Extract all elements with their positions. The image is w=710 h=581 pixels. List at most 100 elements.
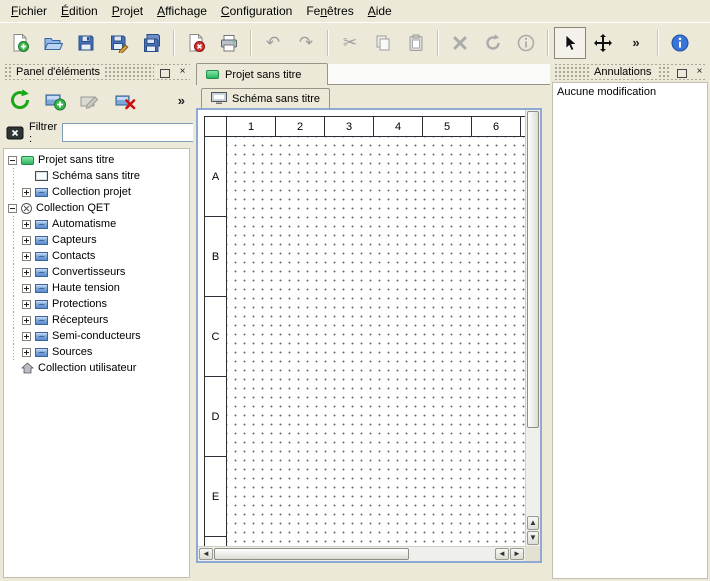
save-all-button[interactable] <box>136 27 168 59</box>
close-panel-button[interactable]: × <box>692 65 707 79</box>
tree-item-label: Convertisseurs <box>48 266 125 278</box>
vscroll-thumb[interactable] <box>527 111 539 428</box>
close-file-button[interactable] <box>180 27 212 59</box>
elements-toolbar-overflow-button[interactable]: » <box>178 93 188 108</box>
row-ruler-filler <box>205 537 226 546</box>
about-button[interactable] <box>664 27 696 59</box>
menu-item-3[interactable]: Affichage <box>150 0 214 22</box>
tree-item[interactable]: Semi-conducteurs <box>7 328 189 344</box>
schema-view: 123456 ABCDE ▲ ▼ <box>196 108 542 563</box>
save-button[interactable] <box>70 27 102 59</box>
save-as-button[interactable] <box>103 27 135 59</box>
tree-item[interactable]: Contacts <box>7 248 189 264</box>
float-panel-button[interactable] <box>675 65 690 79</box>
select-mode-button[interactable] <box>554 27 586 59</box>
copy-icon <box>373 33 393 53</box>
move-mode-button[interactable] <box>587 27 619 59</box>
dock-buttons: × <box>671 65 707 79</box>
tree-expander[interactable] <box>22 300 31 309</box>
grid-dots[interactable] <box>227 137 525 546</box>
diagram-canvas[interactable]: 123456 ABCDE <box>198 110 525 546</box>
tree-item[interactable]: Sources <box>7 344 189 360</box>
paste-button[interactable] <box>400 27 432 59</box>
filter-input[interactable] <box>62 123 210 142</box>
vscroll-track[interactable] <box>527 428 539 515</box>
copy-button[interactable] <box>367 27 399 59</box>
horizontal-scrollbar[interactable]: ◄ ◄ ► <box>198 546 525 561</box>
edit-element-button[interactable] <box>75 85 105 115</box>
redo-button[interactable]: ↷ <box>290 27 322 59</box>
undo-button[interactable]: ↶ <box>257 27 289 59</box>
tree-item[interactable]: Protections <box>7 296 189 312</box>
tree-item-label: Protections <box>48 298 107 310</box>
tree-guide <box>7 248 21 264</box>
elements-panel-titlebar[interactable]: Panel d'éléments × <box>3 64 190 80</box>
menu-item-1[interactable]: Édition <box>54 0 105 22</box>
clear-filter-button[interactable] <box>6 124 24 142</box>
elements-toolbar: » <box>0 81 193 119</box>
tree-expander[interactable] <box>22 348 31 357</box>
menu-item-4[interactable]: Configuration <box>214 0 299 22</box>
vertical-scrollbar[interactable]: ▲ ▼ <box>525 110 540 546</box>
schema-icon <box>35 171 48 181</box>
up-arrow-icon: ▲ <box>529 519 537 527</box>
tree-item[interactable]: Capteurs <box>7 232 189 248</box>
new-element-button[interactable] <box>40 85 70 115</box>
reload-collections-button[interactable] <box>5 85 35 115</box>
hscroll-track[interactable] <box>409 548 494 560</box>
scroll-left-button[interactable]: ◄ <box>199 548 213 560</box>
tree-item[interactable]: Collection QET <box>7 200 189 216</box>
scroll-right-button[interactable]: ► <box>510 548 524 560</box>
float-panel-button[interactable] <box>158 65 173 79</box>
save-as-icon <box>109 33 129 53</box>
print-button[interactable] <box>213 27 245 59</box>
menu-item-6[interactable]: Aide <box>361 0 399 22</box>
menu-item-5[interactable]: Fenêtres <box>299 0 360 22</box>
toolbar-separator <box>250 30 252 56</box>
scroll-down-button[interactable]: ▼ <box>527 531 539 545</box>
tree-expander[interactable] <box>22 252 31 261</box>
tree-expander[interactable] <box>8 156 17 165</box>
tree-item[interactable]: Haute tension <box>7 280 189 296</box>
new-file-button[interactable] <box>4 27 36 59</box>
hscroll-thumb[interactable] <box>214 548 409 560</box>
tab-schema[interactable]: Schéma sans titre <box>201 88 330 108</box>
tree-item[interactable]: Collection projet <box>7 184 189 200</box>
tree-expander[interactable] <box>22 284 31 293</box>
float-icon <box>162 69 170 76</box>
menu-item-0[interactable]: Fichier <box>4 0 54 22</box>
tree-guide <box>7 232 21 248</box>
tree-item[interactable]: Récepteurs <box>7 312 189 328</box>
tree-expander[interactable] <box>22 236 31 245</box>
tree-expander[interactable] <box>22 268 31 277</box>
tree-expander[interactable] <box>22 332 31 341</box>
open-file-button[interactable] <box>37 27 69 59</box>
chevron-right-icon: » <box>632 35 639 50</box>
info-button[interactable] <box>510 27 542 59</box>
cut-button[interactable]: ✂ <box>334 27 366 59</box>
tree-expander[interactable] <box>22 220 31 229</box>
main-toolbar: ↶ ↷ ✂ » <box>0 22 710 62</box>
scroll-left-button-end[interactable]: ◄ <box>495 548 509 560</box>
rotate-button[interactable] <box>477 27 509 59</box>
scroll-up-button[interactable]: ▲ <box>527 516 539 530</box>
toolbar-overflow-button[interactable]: » <box>620 27 652 59</box>
tree-item[interactable]: Projet sans titre <box>7 152 189 168</box>
undo-list[interactable]: Aucune modification <box>552 82 708 579</box>
drawer-icon <box>35 268 48 277</box>
tree-expander[interactable] <box>22 316 31 325</box>
down-arrow-icon: ▼ <box>529 534 537 542</box>
delete-element-button[interactable] <box>110 85 140 115</box>
tree-item[interactable]: Automatisme <box>7 216 189 232</box>
workspace: Projet sans titre Schéma sans titre <box>193 62 550 581</box>
undo-panel-titlebar[interactable]: Annulations × <box>553 64 707 80</box>
tree-item[interactable]: Schéma sans titre <box>7 168 189 184</box>
tab-project[interactable]: Projet sans titre <box>196 63 328 85</box>
menu-item-2[interactable]: Projet <box>105 0 150 22</box>
tree-item[interactable]: Convertisseurs <box>7 264 189 280</box>
tree-item[interactable]: Collection utilisateur <box>7 360 189 376</box>
close-panel-button[interactable]: × <box>175 65 190 79</box>
tree-expander[interactable] <box>8 204 17 213</box>
tree-expander[interactable] <box>22 188 31 197</box>
delete-button[interactable] <box>444 27 476 59</box>
